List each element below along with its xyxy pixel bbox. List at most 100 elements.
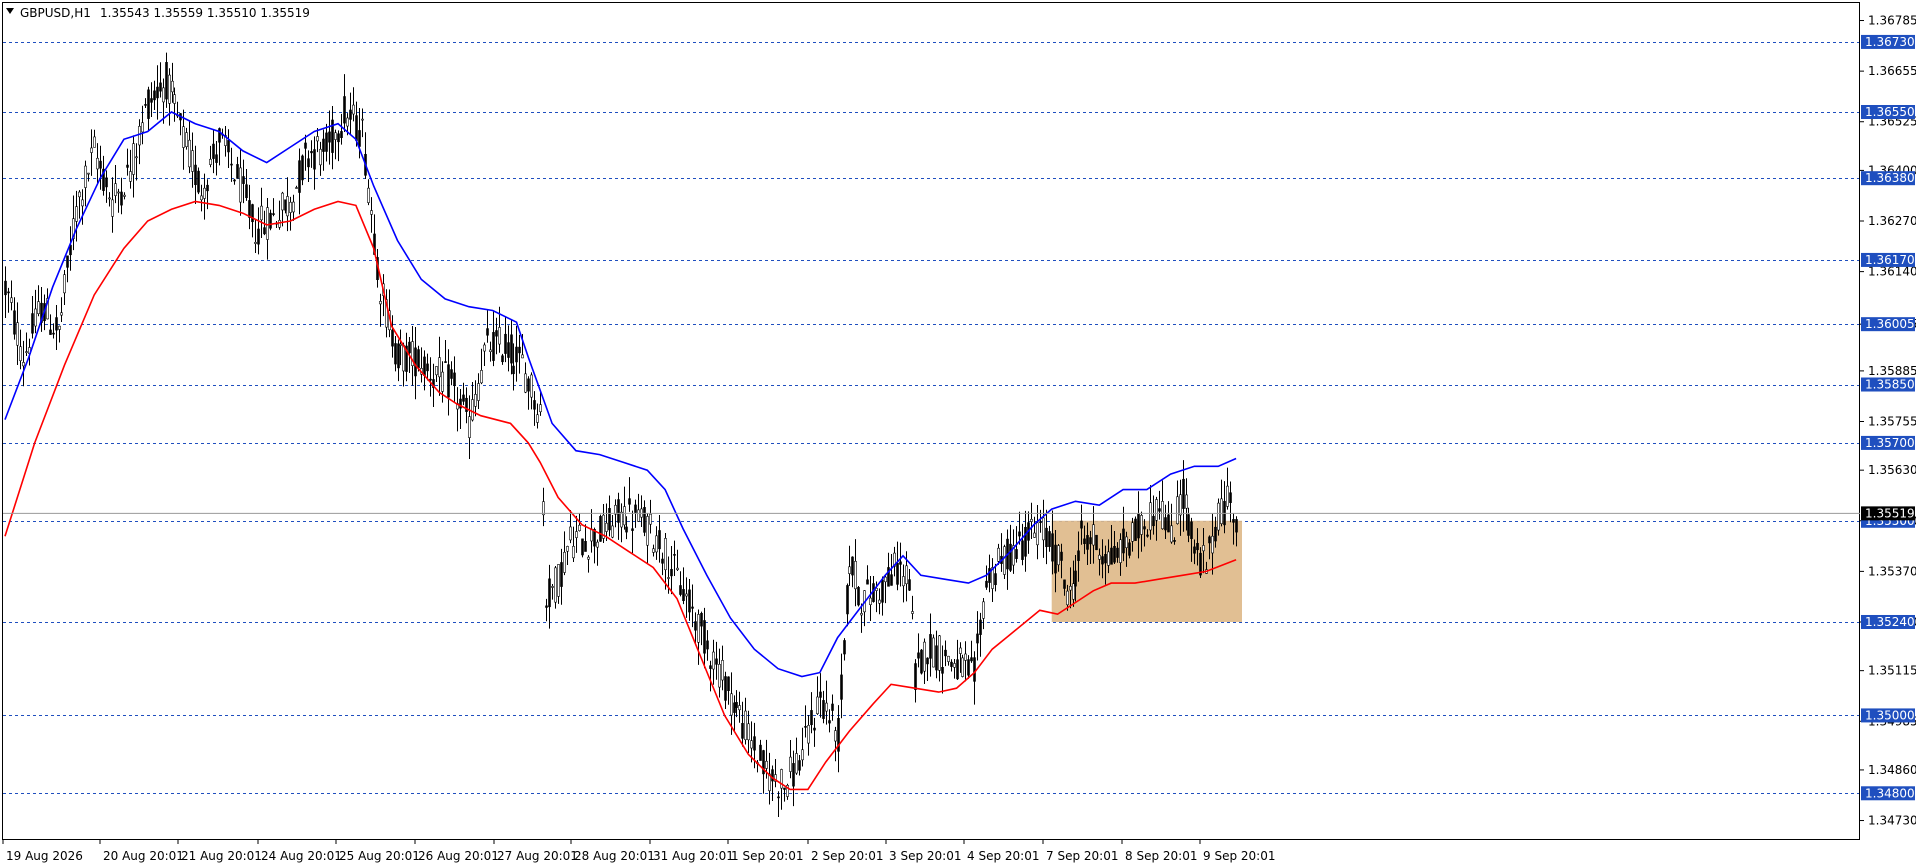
candle-body	[358, 130, 361, 147]
candle-body	[1182, 478, 1185, 509]
candle-body	[953, 663, 956, 668]
candle-body	[99, 160, 102, 169]
price-tick-label: 1.35630	[1868, 463, 1916, 477]
candle-body	[804, 726, 807, 728]
candle-body	[108, 197, 111, 200]
candle-body	[560, 562, 563, 587]
candle-body	[533, 400, 536, 410]
candle-body	[1125, 536, 1128, 549]
candle-body	[801, 749, 804, 761]
candle-body	[518, 346, 521, 354]
candle-body	[780, 769, 783, 789]
candle-body	[673, 554, 676, 556]
candle-body	[361, 118, 364, 121]
level-label: 1.34800	[1865, 786, 1915, 800]
candle-body	[301, 155, 304, 181]
candle-body	[1176, 496, 1179, 524]
candle-body	[444, 361, 447, 363]
candle-body	[1104, 554, 1107, 564]
candle-body	[661, 558, 664, 564]
candle-body	[1060, 551, 1063, 561]
candle-body	[1072, 583, 1075, 600]
candle-body	[25, 351, 28, 353]
candle-body	[1083, 538, 1086, 545]
candle-body	[138, 126, 141, 146]
candle-body	[498, 327, 501, 345]
candle-body	[620, 511, 623, 528]
candle-body	[197, 170, 200, 193]
candle-body	[230, 163, 233, 166]
time-tick-label: 25 Aug 20:01	[339, 849, 420, 863]
candle-body	[462, 394, 465, 402]
candle-body	[165, 62, 168, 100]
candle-body	[685, 593, 688, 597]
candle-body	[646, 516, 649, 546]
candle-body	[1039, 521, 1042, 523]
candle-body	[584, 541, 587, 552]
candle-body	[569, 526, 572, 541]
candle-body	[679, 585, 682, 595]
candle-body	[721, 660, 724, 681]
price-chart[interactable]: 1.367851.366551.365251.364001.362701.361…	[0, 0, 1916, 868]
candle-body	[182, 126, 185, 148]
candle-body	[967, 659, 970, 676]
candle-body	[281, 192, 284, 211]
candle-body	[548, 578, 551, 608]
candle-body	[1015, 549, 1018, 559]
candle-body	[510, 334, 513, 364]
candle-body	[587, 556, 590, 560]
time-tick-label: 9 Sep 20:01	[1203, 849, 1275, 863]
candle-body	[471, 399, 474, 421]
candle-body	[959, 647, 962, 654]
candle-body	[831, 703, 834, 711]
candle-body	[1098, 554, 1101, 560]
candle-body	[825, 702, 828, 712]
candle-body	[120, 191, 123, 206]
candle-body	[16, 322, 19, 346]
candle-body	[426, 363, 429, 372]
candle-body	[394, 343, 397, 365]
candle-body	[150, 98, 153, 103]
candle-body	[1048, 531, 1051, 547]
candle-body	[310, 151, 313, 154]
candle-body	[1152, 515, 1155, 527]
candle-body	[1193, 546, 1196, 554]
candle-body	[777, 796, 780, 799]
candle-body	[524, 373, 527, 393]
candle-body	[239, 167, 242, 203]
candle-body	[483, 344, 486, 352]
candle-body	[964, 653, 967, 661]
candle-body	[655, 535, 658, 553]
candle-body	[854, 560, 857, 590]
candle-body	[84, 165, 87, 188]
candle-body	[759, 744, 762, 761]
candle-body	[236, 164, 239, 179]
candle-body	[78, 191, 81, 198]
candle-body	[1089, 537, 1092, 545]
candle-body	[156, 86, 159, 99]
candle-body	[495, 330, 498, 337]
candle-body	[961, 657, 964, 677]
candle-body	[423, 356, 426, 377]
candle-body	[1122, 528, 1125, 554]
candle-body	[896, 562, 899, 585]
candle-body	[590, 528, 593, 542]
candle-body	[90, 147, 93, 153]
candle-body	[1054, 544, 1057, 574]
candle-body	[486, 328, 489, 336]
candle-body	[480, 370, 483, 384]
candle-body	[869, 597, 872, 606]
candle-body	[941, 666, 944, 674]
candle-body	[932, 637, 935, 668]
candle-body	[438, 357, 441, 378]
candle-body	[551, 586, 554, 588]
plot-area	[0, 0, 1916, 868]
time-tick-label: 7 Sep 20:01	[1046, 849, 1118, 863]
candle-body	[319, 148, 322, 166]
candle-body	[997, 547, 1000, 562]
candle-body	[1009, 543, 1012, 571]
candle-body	[634, 504, 637, 513]
candle-body	[581, 538, 584, 556]
candle-body	[623, 506, 626, 526]
candle-body	[96, 157, 99, 170]
